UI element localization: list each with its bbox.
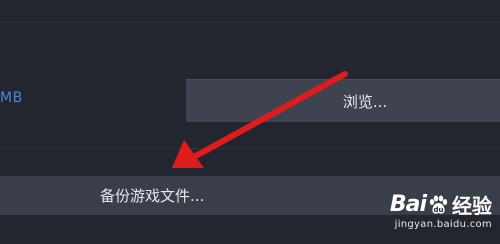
backup-button-label: 备份游戏文件...	[100, 187, 205, 205]
browse-button[interactable]: 浏览...	[186, 79, 500, 122]
install-size-text: MB	[0, 90, 23, 106]
backup-game-files-button[interactable]: 备份游戏文件...	[0, 176, 500, 215]
section-divider	[0, 148, 500, 149]
watermark-url: jingyan.baidu.com	[394, 219, 492, 230]
section-divider	[0, 22, 500, 23]
browse-button-label: 浏览...	[342, 92, 388, 111]
app-screen: MB 浏览... 备份游戏文件... Bai du 经验 jingyan.bai…	[0, 0, 500, 244]
